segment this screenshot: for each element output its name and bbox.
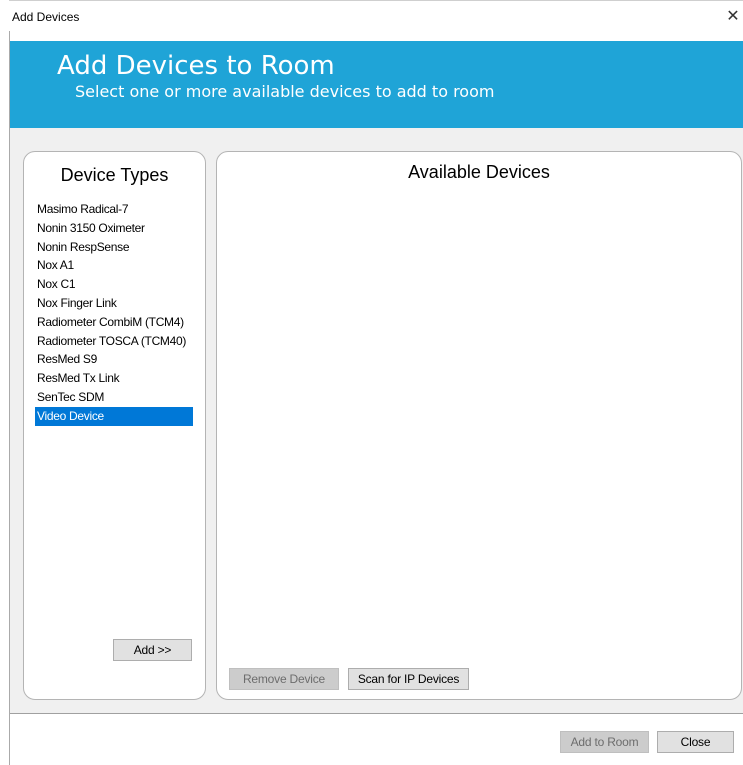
device-type-item[interactable]: Video Device [35,406,193,426]
title-bar: Add Devices ✕ [9,0,743,31]
close-icon[interactable]: ✕ [723,7,743,27]
available-devices-title: Available Devices [408,162,550,182]
scan-ip-devices-button[interactable]: Scan for IP Devices [348,668,469,690]
add-button[interactable]: Add >> [113,639,192,661]
footer-divider [10,713,743,714]
device-type-item[interactable]: Nox A1 [35,256,193,275]
dialog-header: Add Devices to Room Select one or more a… [10,41,743,128]
window-title: Add Devices [12,10,80,24]
available-devices-panel: Available Devices Remove Device Scan for… [216,151,742,700]
device-type-item[interactable]: Nox Finger Link [35,294,193,313]
device-type-item[interactable]: SenTec SDM [35,388,193,407]
device-type-item[interactable]: Nox C1 [35,275,193,294]
add-to-room-button[interactable]: Add to Room [560,731,649,753]
device-type-item[interactable]: Nonin 3150 Oximeter [35,219,193,238]
device-type-item[interactable]: Radiometer TOSCA (TCM40) [35,332,193,351]
device-type-item[interactable]: Nonin RespSense [35,238,193,257]
device-type-item[interactable]: Masimo Radical-7 [35,200,193,219]
device-types-list[interactable]: Masimo Radical-7 Nonin 3150 Oximeter Nonin… [35,200,193,426]
remove-device-button[interactable]: Remove Device [229,668,339,690]
close-button[interactable]: Close [657,731,734,753]
header-subtitle: Select one or more available devices to … [75,82,495,101]
header-title: Add Devices to Room [57,51,335,81]
device-type-item[interactable]: ResMed Tx Link [35,369,193,388]
device-types-panel: Device Types Masimo Radical-7 Nonin 3150 … [23,151,206,700]
device-types-title: Device Types [60,165,169,185]
device-type-item[interactable]: Radiometer CombiM (TCM4) [35,313,193,332]
device-type-item[interactable]: ResMed S9 [35,350,193,369]
